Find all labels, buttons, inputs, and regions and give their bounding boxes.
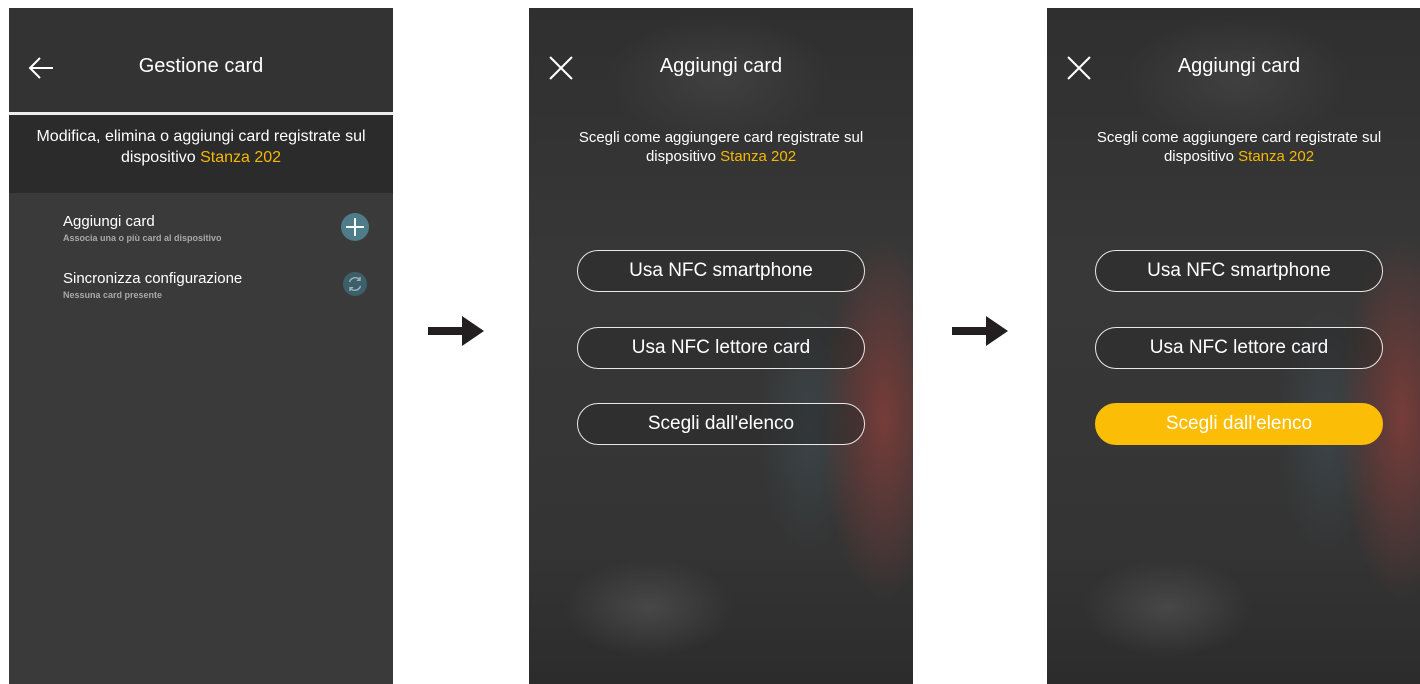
nfc-card-reader-button[interactable]: Usa NFC lettore card bbox=[577, 327, 865, 369]
screen-aggiungi-card: Aggiungi card Scegli come aggiungere car… bbox=[529, 8, 913, 684]
list-item-subtitle: Nessuna card presente bbox=[63, 290, 163, 300]
plus-icon bbox=[346, 218, 364, 236]
page-title: Aggiungi card bbox=[659, 55, 783, 77]
nfc-card-reader-button[interactable]: Usa NFC lettore card bbox=[1095, 327, 1383, 369]
arrow-right-icon bbox=[428, 316, 484, 346]
list-item-subtitle: Associa una o più card al dispositivo bbox=[63, 233, 222, 243]
device-name: Stanza 202 bbox=[200, 149, 282, 166]
choose-from-list-button-selected[interactable]: Scegli dall'elenco bbox=[1095, 403, 1383, 445]
page-description: Scegli come aggiungere card registrate s… bbox=[1061, 128, 1417, 166]
page-title: Gestione card bbox=[138, 55, 264, 77]
arrow-left-icon bbox=[28, 57, 53, 79]
nfc-smartphone-button[interactable]: Usa NFC smartphone bbox=[1095, 250, 1383, 292]
close-button[interactable] bbox=[1063, 52, 1095, 84]
list-item-sincronizza[interactable]: Sincronizza configurazione Nessuna card … bbox=[63, 270, 373, 314]
device-name: Stanza 202 bbox=[720, 148, 797, 165]
screen-aggiungi-card-selected: Aggiungi card Scegli come aggiungere car… bbox=[1047, 8, 1420, 684]
list-item-title: Aggiungi card bbox=[63, 213, 155, 230]
nfc-smartphone-button[interactable]: Usa NFC smartphone bbox=[577, 250, 865, 292]
close-icon bbox=[1067, 56, 1091, 80]
page-description: Scegli come aggiungere card registrate s… bbox=[543, 128, 899, 166]
content-area bbox=[9, 193, 393, 684]
page-title: Aggiungi card bbox=[1177, 55, 1301, 77]
arrow-right-icon bbox=[952, 316, 1008, 346]
sync-icon bbox=[348, 276, 362, 292]
device-name: Stanza 202 bbox=[1238, 148, 1315, 165]
list-item-title: Sincronizza configurazione bbox=[63, 270, 243, 287]
sync-button[interactable] bbox=[343, 272, 367, 296]
back-button[interactable] bbox=[25, 52, 57, 84]
list-item-aggiungi-card[interactable]: Aggiungi card Associa una o più card al … bbox=[63, 213, 373, 257]
screen-gestione-card: Gestione card Modifica, elimina o aggiun… bbox=[9, 8, 393, 684]
add-card-button[interactable] bbox=[341, 213, 369, 241]
choose-from-list-button[interactable]: Scegli dall'elenco bbox=[577, 403, 865, 445]
close-button[interactable] bbox=[545, 52, 577, 84]
page-description: Modifica, elimina o aggiungi card regist… bbox=[23, 126, 379, 168]
close-icon bbox=[549, 56, 573, 80]
